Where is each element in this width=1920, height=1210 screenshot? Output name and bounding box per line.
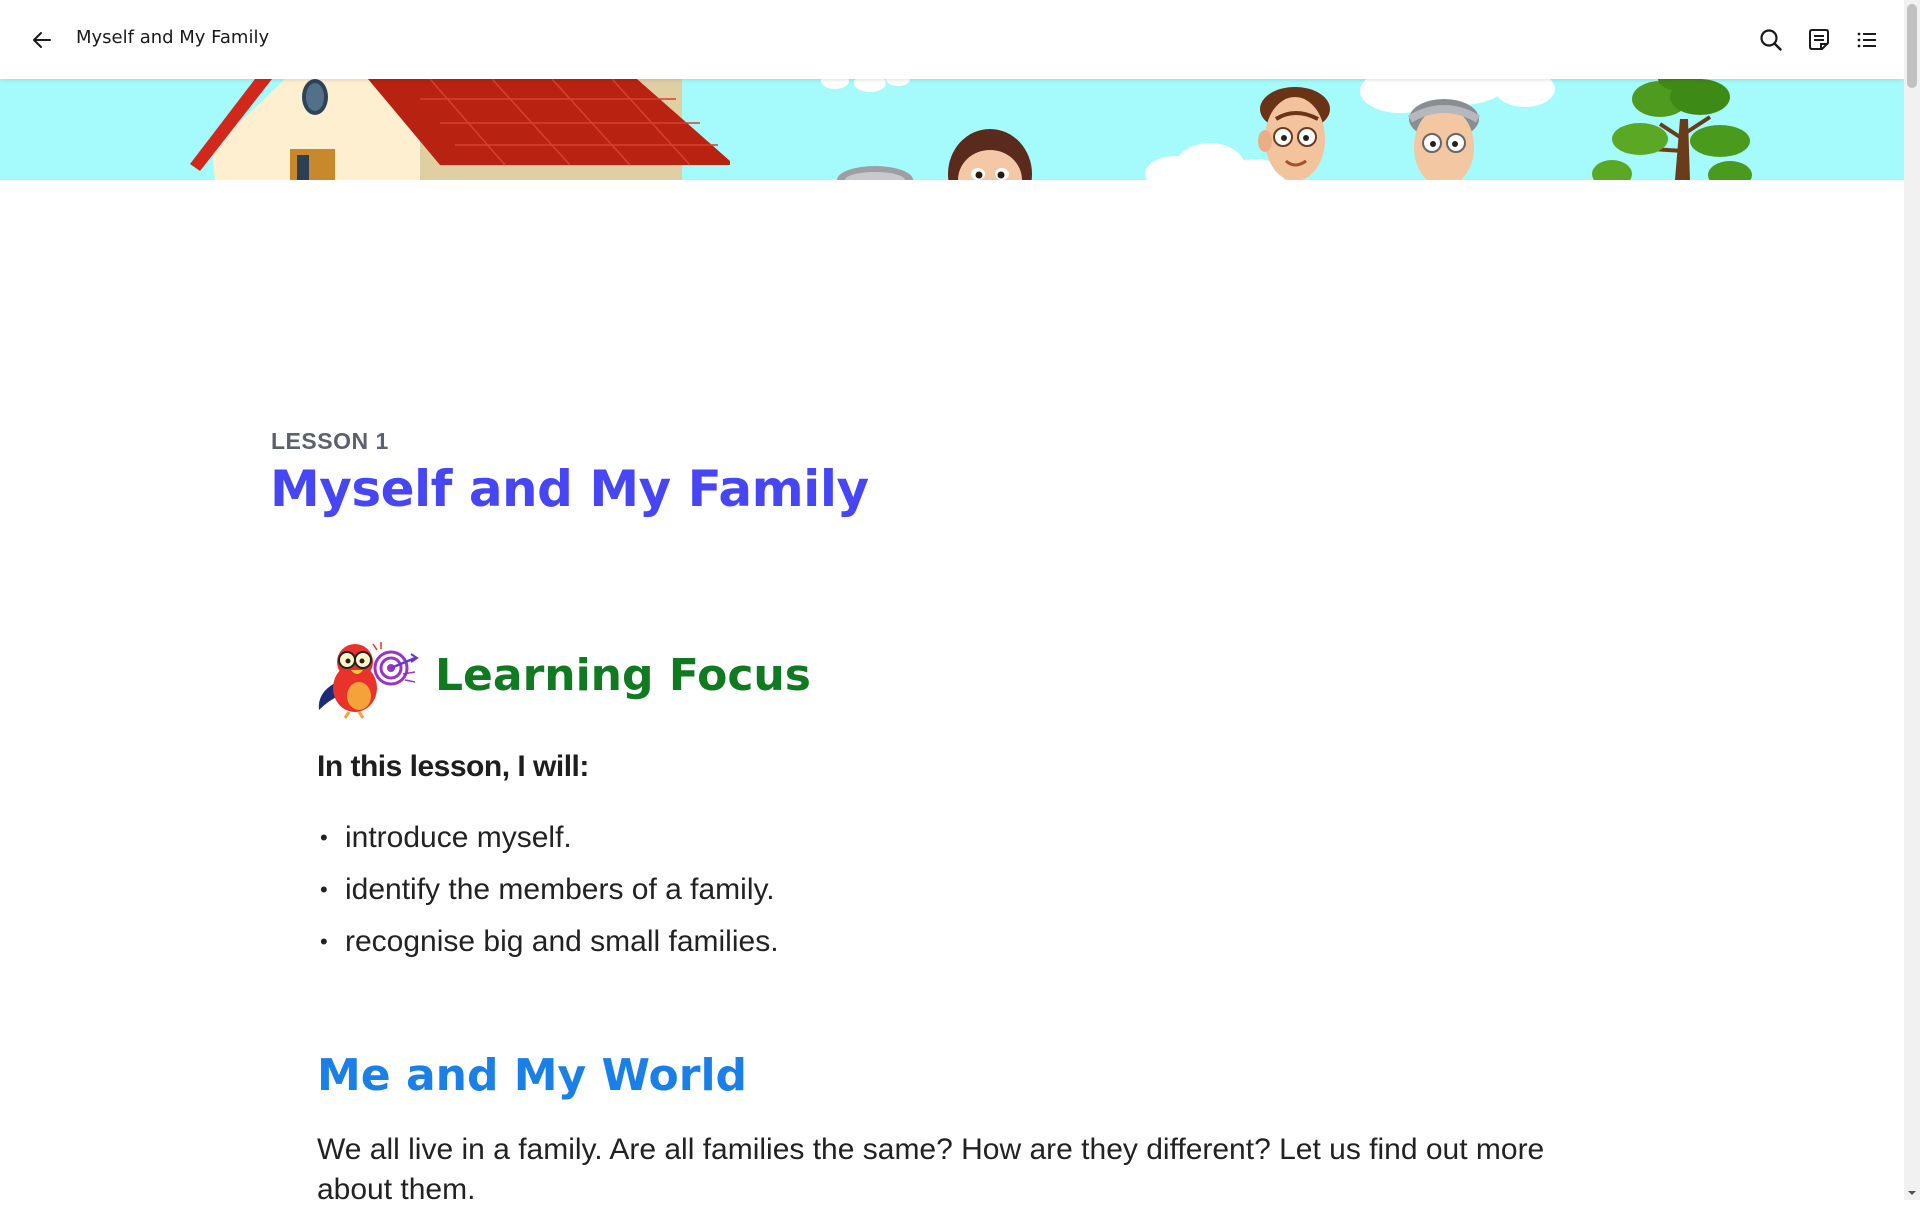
mother-head [948, 129, 1032, 180]
learning-focus-intro: In this lesson, I will: [317, 750, 589, 783]
search-button[interactable] [1755, 24, 1787, 56]
back-button[interactable] [26, 24, 58, 56]
app-bar: Myself and My Family [0, 0, 1904, 79]
app-title: Myself and My Family [76, 27, 270, 48]
bullet-icon: • [320, 929, 328, 954]
learning-focus-heading: Learning Focus [435, 650, 811, 701]
lesson-number-label: LESSON 1 [271, 428, 389, 454]
section-paragraph: We all live in a family. Are all familie… [317, 1133, 1545, 1206]
notes-icon [1809, 29, 1829, 50]
scrollbar-thumb[interactable] [1907, 4, 1917, 88]
grandfather-head [1407, 99, 1481, 180]
search-icon [1760, 29, 1782, 51]
grandmother-head [837, 166, 913, 180]
lesson-content: LESSON 1 Myself and My Family Learning F… [0, 180, 1904, 1206]
notes-button[interactable] [1803, 24, 1835, 56]
parrot-mascot-icon [318, 642, 419, 719]
tree [1592, 79, 1752, 180]
lesson-banner-illustration [0, 79, 1904, 180]
vertical-scrollbar[interactable] [1904, 0, 1920, 1200]
list-item: • identify the members of a family. [320, 864, 779, 916]
scroll-down-arrow-icon[interactable] [1907, 1188, 1917, 1198]
lesson-title: Myself and My Family [270, 460, 869, 518]
table-of-contents-button[interactable] [1851, 24, 1883, 56]
section-heading: Me and My World [317, 1050, 748, 1101]
list-icon [1857, 32, 1876, 48]
list-item: • introduce myself. [320, 812, 779, 864]
bullet-icon: • [320, 825, 328, 850]
bullet-icon: • [320, 877, 328, 902]
house [190, 79, 730, 180]
arrow-left-icon [33, 32, 51, 48]
learning-objectives-list: • introduce myself. • identify the members… [320, 812, 779, 968]
list-item: • recognise big and small families. [320, 916, 779, 968]
